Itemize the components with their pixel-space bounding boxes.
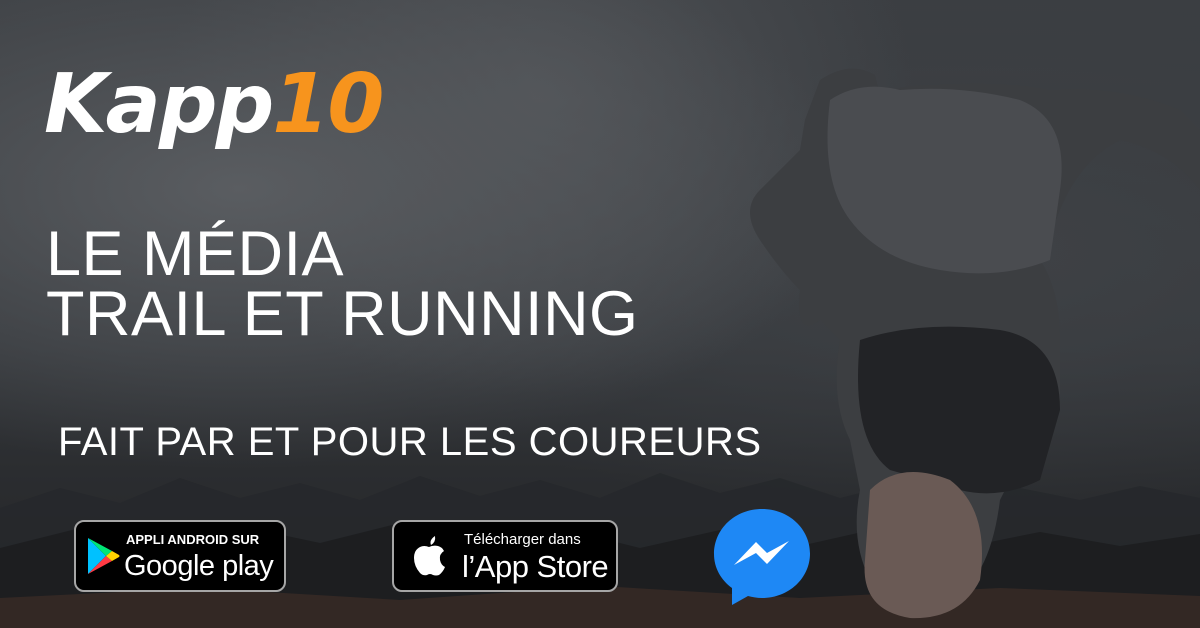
app-store-badge[interactable]: Télécharger dans l’App Store bbox=[392, 520, 618, 592]
apple-icon bbox=[414, 536, 445, 576]
brand-logo: Kapp10 bbox=[44, 64, 384, 146]
messenger-icon[interactable] bbox=[712, 505, 812, 607]
logo-wordmark: Kapp bbox=[44, 57, 274, 152]
apple-badge-top-text: Télécharger dans bbox=[464, 531, 581, 548]
google-badge-top-text: APPLI ANDROID SUR bbox=[126, 532, 260, 547]
apple-badge-main-text: l’App Store bbox=[462, 549, 609, 584]
google-play-icon bbox=[88, 538, 120, 574]
google-play-badge[interactable]: APPLI ANDROID SUR Google play bbox=[74, 520, 286, 592]
tagline: FAIT PAR ET POUR LES COUREURS bbox=[58, 420, 762, 464]
headline: LE MÉDIA TRAIL ET RUNNING bbox=[46, 219, 639, 349]
google-badge-main-text: Google play bbox=[124, 550, 274, 582]
headline-line-1: LE MÉDIA bbox=[46, 219, 345, 289]
headline-line-2: TRAIL ET RUNNING bbox=[46, 279, 639, 349]
promo-banner: Kapp10 LE MÉDIA TRAIL ET RUNNING FAIT PA… bbox=[0, 0, 1200, 628]
logo-number: 10 bbox=[272, 57, 384, 152]
